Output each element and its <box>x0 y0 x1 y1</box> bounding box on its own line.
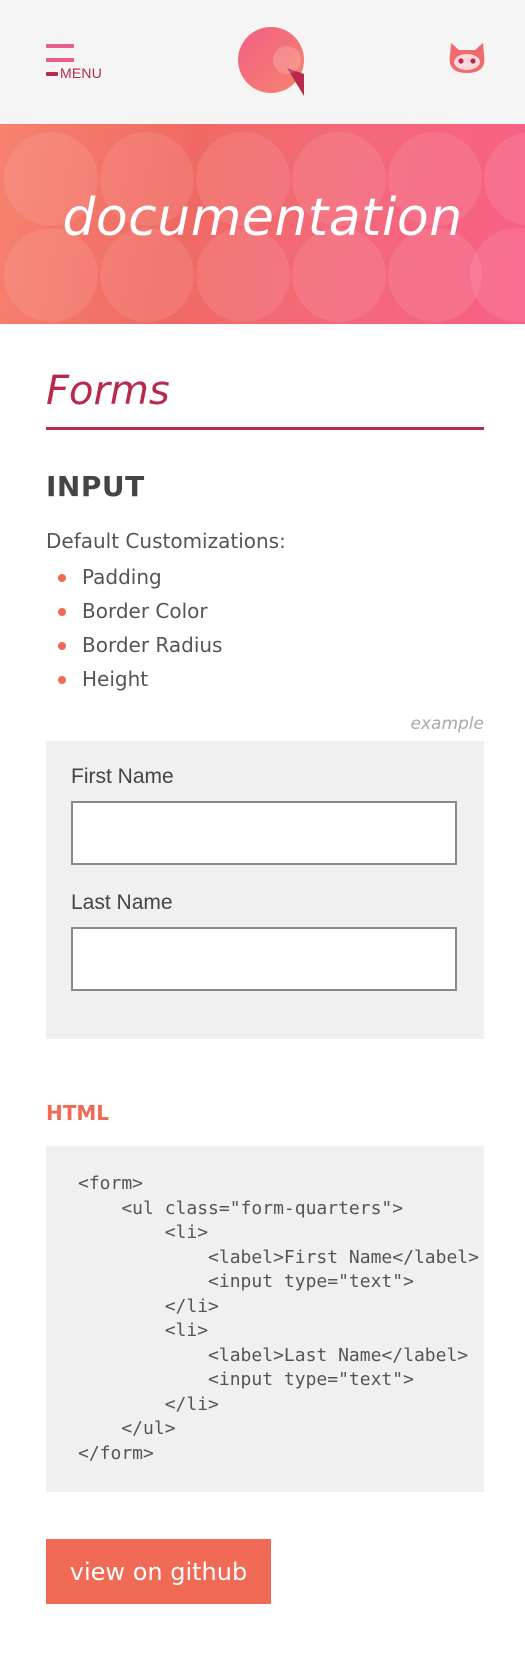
last-name-label: Last Name <box>71 891 173 914</box>
octocat-icon[interactable] <box>447 41 487 75</box>
view-on-github-button[interactable]: view on github <box>46 1539 271 1604</box>
menu-label: MENU <box>60 65 103 81</box>
first-name-input[interactable] <box>71 801 457 865</box>
bullet-icon <box>58 676 66 684</box>
list-item: Border Radius <box>46 632 222 666</box>
title-divider <box>46 427 484 430</box>
list-item-label: Border Color <box>82 599 208 623</box>
list-item-label: Border Radius <box>82 633 223 657</box>
list-item-label: Padding <box>82 565 162 589</box>
list-item: Padding <box>46 564 222 598</box>
menu-button[interactable]: MENU <box>46 44 116 81</box>
bullet-icon <box>58 608 66 616</box>
list-item: Height <box>46 666 222 700</box>
page: MENU documentation Forms INPUT Default C… <box>0 0 525 1665</box>
example-caption: example <box>410 714 484 734</box>
hamburger-icon <box>46 44 74 48</box>
code-heading: HTML <box>46 1101 110 1125</box>
hero-banner: documentation <box>0 124 525 324</box>
first-name-label: First Name <box>71 765 174 788</box>
hamburger-icon-bar <box>46 72 58 76</box>
header: MENU <box>0 0 525 124</box>
bullet-icon <box>58 642 66 650</box>
hero-title: documentation <box>62 188 463 248</box>
code-text: <form> <ul class="form-quarters"> <li> <… <box>78 1173 479 1464</box>
customizations-label: Default Customizations: <box>46 529 286 553</box>
example-form: First Name Last Name <box>46 741 484 1039</box>
last-name-input[interactable] <box>71 927 457 991</box>
hamburger-icon-bar <box>46 58 74 62</box>
list-item: Border Color <box>46 598 222 632</box>
bullet-icon <box>58 574 66 582</box>
code-block: <form> <ul class="form-quarters"> <li> <… <box>46 1146 484 1492</box>
page-title: Forms <box>46 368 170 414</box>
section-heading: INPUT <box>46 470 145 503</box>
q-logo-icon[interactable] <box>237 26 307 96</box>
customizations-list: Padding Border Color Border Radius Heigh… <box>46 564 222 700</box>
list-item-label: Height <box>82 667 149 691</box>
